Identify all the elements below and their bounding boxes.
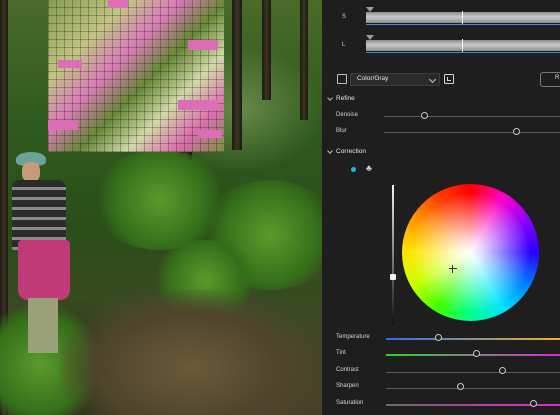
s-slider-handle[interactable] <box>366 7 374 12</box>
contrast-label: Contrast <box>336 367 359 373</box>
color-wheel[interactable] <box>402 184 539 321</box>
temperature-label: Temperature <box>336 334 370 340</box>
s-label: S <box>342 14 347 20</box>
reset-button[interactable]: R <box>540 72 560 87</box>
refine-section-header[interactable]: Refine <box>322 93 560 105</box>
blur-row: Blur <box>322 125 560 139</box>
legs <box>28 298 58 353</box>
temperature-knob[interactable] <box>434 334 442 341</box>
denoise-track[interactable] <box>384 116 560 117</box>
refine-title: Refine <box>336 95 355 102</box>
chevron-down-icon <box>428 75 437 84</box>
l-slider-underline <box>366 52 560 53</box>
l-label: L <box>342 42 346 48</box>
denoise-label: Denoise <box>336 112 359 118</box>
image-canvas[interactable] <box>0 0 322 415</box>
tint-knob[interactable] <box>472 350 480 357</box>
camera-icon[interactable] <box>444 74 454 84</box>
mode-row: Color/Gray R <box>322 71 560 87</box>
saturation-label: Saturation <box>336 400 364 406</box>
blur-knob[interactable] <box>512 128 520 135</box>
luminance-knob[interactable] <box>390 274 396 280</box>
tree-trunk <box>300 0 308 120</box>
checkbox-icon[interactable] <box>337 74 347 84</box>
s-slider-underline <box>366 24 560 25</box>
chevron-down-icon <box>327 148 333 154</box>
adjustment-panel: S L Color/Gray R Refine Denoise Blur Cor… <box>322 0 560 415</box>
hiker-figure <box>4 150 84 360</box>
sharpen-row: Sharpen <box>322 379 560 395</box>
chevron-down-icon <box>327 95 333 101</box>
s-gradient-slider[interactable] <box>366 7 560 25</box>
blur-track[interactable] <box>384 132 560 133</box>
tree-trunk <box>262 0 271 100</box>
head <box>22 162 40 182</box>
s-slider-tick <box>462 11 463 24</box>
color-dot-icon[interactable] <box>351 167 356 172</box>
saturation-row: Saturation <box>322 396 560 412</box>
pixel-block <box>108 0 128 8</box>
l-slider-handle[interactable] <box>366 35 374 40</box>
tint-label: Tint <box>336 350 346 356</box>
l-slider-tick <box>462 39 463 52</box>
mode-select[interactable]: Color/Gray <box>350 73 440 86</box>
wheel-crosshair-icon[interactable] <box>449 265 457 273</box>
contrast-row: Contrast <box>322 363 560 379</box>
reset-button-label: R <box>555 75 560 81</box>
club-icon[interactable]: ♣ <box>366 163 372 173</box>
pixel-block <box>58 60 82 68</box>
temperature-track[interactable] <box>386 338 560 340</box>
tint-row: Tint <box>322 346 560 362</box>
sharpen-track[interactable] <box>386 388 560 389</box>
blur-label: Blur <box>336 128 347 134</box>
dirt-trail <box>60 290 320 415</box>
correction-section-header[interactable]: Correction <box>322 146 560 158</box>
l-slider-row: L <box>322 35 560 54</box>
pixel-art-overlay <box>48 0 224 152</box>
contrast-track[interactable] <box>386 372 560 373</box>
pink-wrap <box>18 240 70 300</box>
pixel-block <box>198 130 222 138</box>
s-slider-row: S <box>322 7 560 26</box>
l-gradient-slider[interactable] <box>366 35 560 53</box>
temperature-row: Temperature <box>322 330 560 346</box>
correction-title: Correction <box>336 148 366 155</box>
denoise-knob[interactable] <box>420 112 428 119</box>
sharpen-label: Sharpen <box>336 383 359 389</box>
pixel-block <box>48 120 78 130</box>
mode-select-value: Color/Gray <box>357 75 389 82</box>
luminance-slider[interactable] <box>392 185 394 325</box>
pixel-block <box>188 40 218 50</box>
pixel-block <box>178 100 218 110</box>
denoise-row: Denoise <box>322 109 560 123</box>
tree-trunk <box>232 0 242 150</box>
